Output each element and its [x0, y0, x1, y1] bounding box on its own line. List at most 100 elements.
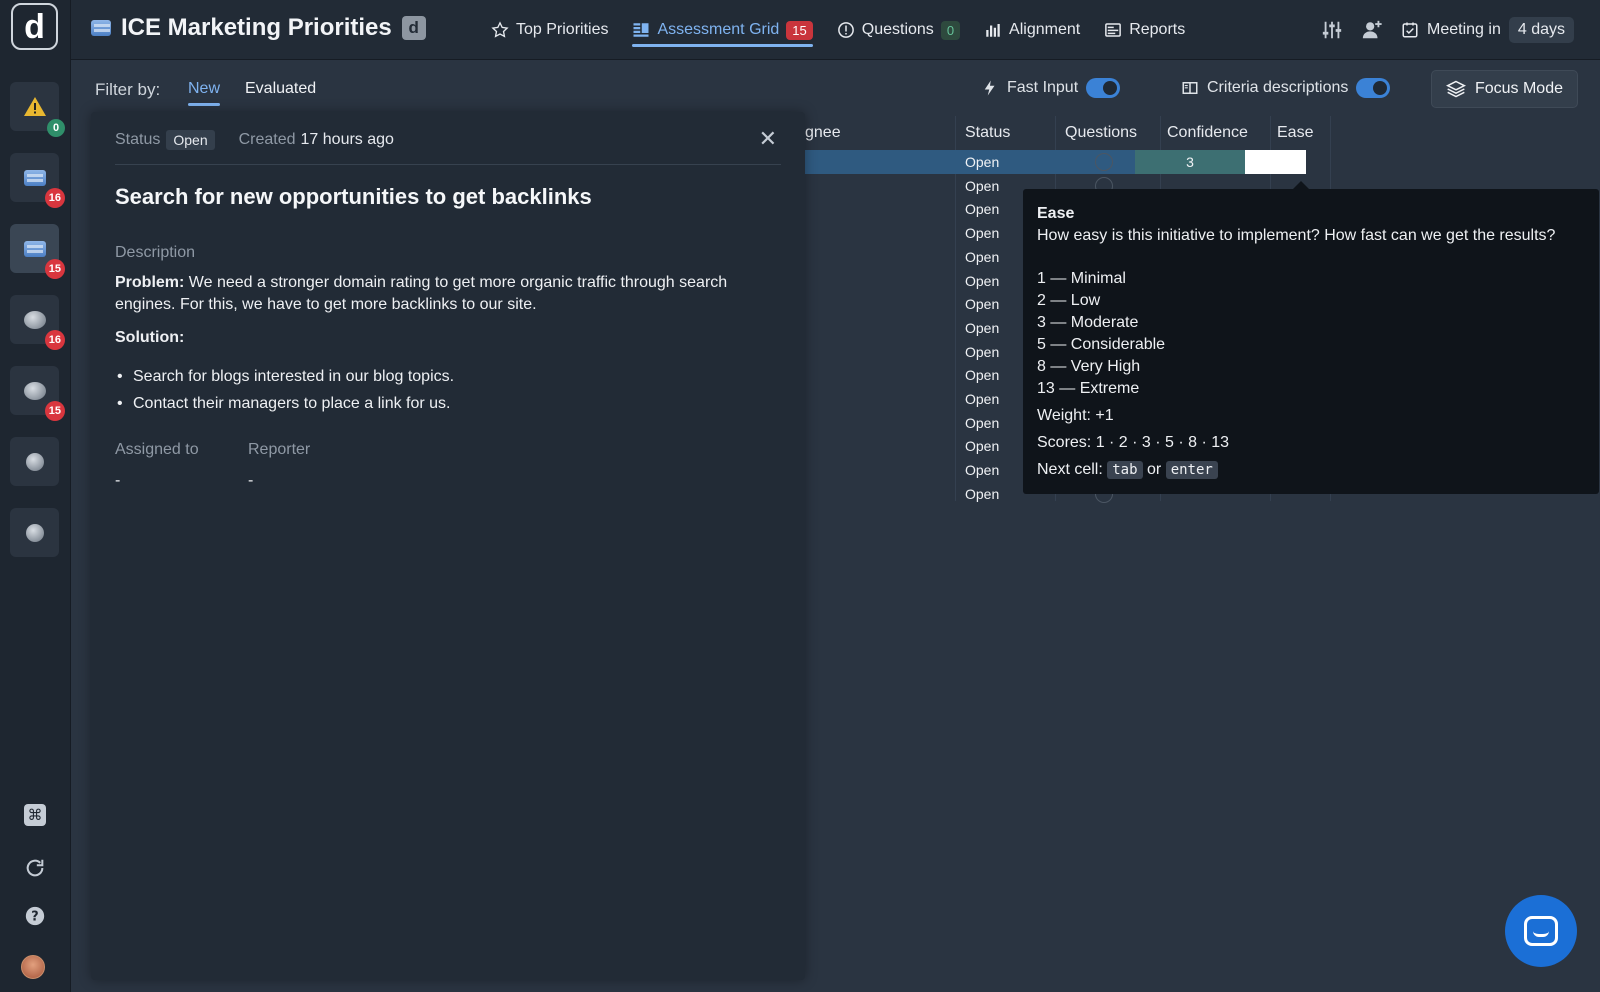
help-icon: ?: [25, 906, 45, 926]
initiative-title[interactable]: Search for new opportunities to get back…: [115, 184, 592, 210]
filter-tab-evaluated[interactable]: Evaluated: [245, 80, 316, 98]
row-status: Open: [965, 485, 1000, 502]
app-logo[interactable]: d: [11, 3, 58, 50]
filter-tab-new[interactable]: New: [188, 80, 221, 106]
tooltip-scale-item: 13 — Extreme: [1037, 380, 1140, 397]
created-value: 17 hours ago: [300, 131, 394, 148]
sidebar-item-orb-1[interactable]: 16: [10, 295, 65, 350]
tooltip-scale-item: 5 — Considerable: [1037, 336, 1166, 353]
table-row[interactable]: Open 3: [805, 150, 1575, 174]
tab-alignment[interactable]: Alignment: [984, 0, 1080, 60]
ease-cell-input[interactable]: [1245, 150, 1306, 174]
criteria-descriptions-switch[interactable]: [1356, 78, 1391, 98]
tab-label: Reports: [1129, 21, 1186, 38]
grid-icon: [633, 23, 649, 37]
reporter-value[interactable]: -: [248, 472, 253, 490]
confidence-cell[interactable]: 3: [1135, 150, 1245, 174]
status-badge[interactable]: Open: [166, 130, 215, 150]
stopwatch-icon: [25, 452, 44, 471]
warning-icon: [23, 96, 46, 116]
page-title: ICE Marketing Priorities: [121, 14, 392, 41]
board-icon: [23, 240, 46, 257]
orb-icon: [23, 310, 46, 329]
tooltip-scale-item: 3 — Moderate: [1037, 314, 1139, 331]
status-label: Status: [115, 131, 161, 148]
key-tab: tab: [1107, 461, 1143, 479]
solution-heading: Solution:: [115, 329, 185, 346]
sidebar-badge: 0: [47, 119, 65, 137]
layers-icon: [1445, 80, 1466, 98]
next-cell-or: or: [1147, 461, 1162, 478]
title-badge[interactable]: d: [401, 16, 426, 40]
tab-label: Assessment Grid: [657, 21, 780, 38]
column-header-confidence[interactable]: Confidence: [1167, 124, 1248, 142]
help-button[interactable]: ?: [21, 902, 49, 930]
refresh-icon: [26, 859, 44, 877]
sidebar-item-board-1[interactable]: 16: [10, 153, 65, 208]
avatar[interactable]: [21, 955, 45, 979]
solution-label: Solution:: [115, 327, 775, 349]
add-user-icon[interactable]: [1361, 19, 1383, 41]
row-status: Open: [965, 438, 1000, 455]
tab-reports[interactable]: Reports: [1104, 0, 1185, 60]
assigned-to-value[interactable]: -: [115, 472, 120, 490]
sidebar-item-timer-2[interactable]: [10, 508, 59, 557]
tab-top-priorities[interactable]: Top Priorities: [491, 0, 608, 60]
board-icon: [23, 169, 46, 186]
list-item: Contact their managers to place a link f…: [115, 390, 454, 417]
meeting-indicator[interactable]: Meeting in 4 days: [1401, 17, 1574, 43]
criteria-descriptions-toggle[interactable]: Criteria descriptions: [1181, 78, 1391, 98]
svg-text:?: ?: [31, 910, 38, 925]
sidebar-badge: 15: [44, 401, 65, 421]
sidebar-item-orb-2[interactable]: 15: [10, 366, 65, 421]
sidebar-item-alerts[interactable]: 0: [10, 82, 65, 137]
tooltip-scale-item: 8 — Very High: [1037, 358, 1141, 375]
chat-launcher-button[interactable]: [1505, 895, 1577, 967]
command-palette-button[interactable]: ⌘: [21, 801, 49, 829]
add-question-icon[interactable]: [1095, 153, 1113, 171]
chat-icon: [1524, 916, 1558, 946]
row-status: Open: [965, 462, 1000, 479]
problem-text[interactable]: Problem: We need a stronger domain ratin…: [115, 272, 775, 316]
settings-sliders-icon[interactable]: [1321, 19, 1343, 41]
sidebar-badge: 16: [44, 330, 65, 350]
column-header-assignee[interactable]: gnee: [805, 124, 841, 142]
tab-assessment-grid[interactable]: Assessment Grid 15: [632, 0, 814, 60]
detail-meta: Status Open Created 17 hours ago: [115, 130, 394, 150]
question-icon: [837, 22, 854, 38]
key-enter: enter: [1165, 461, 1218, 479]
refresh-button[interactable]: [21, 854, 49, 882]
book-icon: [1182, 82, 1198, 94]
divider: [115, 164, 781, 165]
fast-input-toggle[interactable]: Fast Input: [981, 78, 1121, 98]
created-label: Created: [238, 131, 296, 148]
fast-input-switch[interactable]: [1086, 78, 1121, 98]
problem-label: Problem:: [115, 274, 185, 291]
board-icon: [91, 20, 111, 36]
row-status: Open: [965, 272, 1000, 289]
tooltip-weight: Weight: +1: [1037, 407, 1114, 424]
row-status: Open: [965, 296, 1000, 313]
sidebar-badge: 15: [44, 259, 65, 279]
tab-label: Top Priorities: [516, 21, 609, 38]
stopwatch-icon: [25, 523, 44, 542]
focus-mode-button[interactable]: Focus Mode: [1430, 70, 1578, 108]
close-icon[interactable]: ✕: [759, 126, 777, 152]
sidebar-item-timer-1[interactable]: [10, 437, 59, 486]
sidebar-badge: 16: [44, 188, 65, 208]
filter-bar: Filter by: New Evaluated Fast Input Crit…: [71, 60, 1600, 116]
calendar-icon: [1402, 22, 1418, 38]
column-header-questions[interactable]: Questions: [1065, 124, 1137, 142]
tooltip-next-cell: Next cell: tab or enter: [1037, 459, 1585, 481]
list-item: Search for blogs interested in our blog …: [115, 363, 454, 390]
row-status: Open: [965, 367, 1000, 384]
column-header-ease[interactable]: Ease: [1277, 124, 1313, 142]
sidebar-item-board-2[interactable]: 15: [10, 224, 65, 279]
grid-header: gnee Status Questions Confidence Ease: [805, 116, 1575, 150]
criteria-descriptions-label: Criteria descriptions: [1207, 79, 1349, 96]
column-header-status[interactable]: Status: [965, 124, 1010, 142]
assessment-grid: gnee Status Questions Confidence Ease Op…: [805, 116, 1575, 503]
tab-count-badge: 15: [786, 20, 813, 40]
tab-questions[interactable]: Questions 0: [837, 0, 961, 60]
tooltip-scale-item: 2 — Low: [1037, 292, 1101, 309]
